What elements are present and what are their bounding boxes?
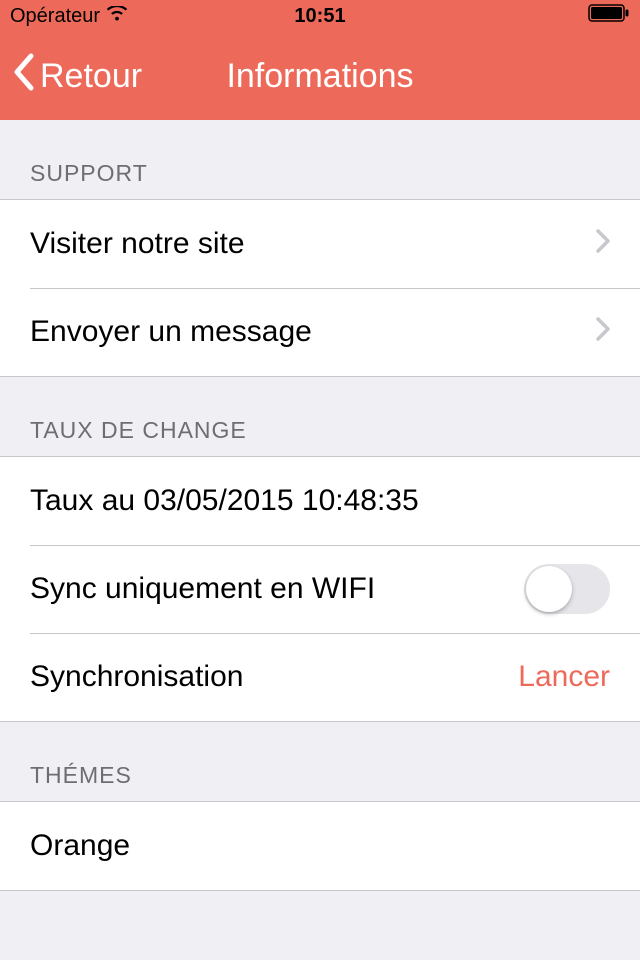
chevron-right-icon bbox=[596, 315, 610, 349]
row-label: Orange bbox=[30, 829, 610, 863]
wifi-icon bbox=[106, 5, 128, 28]
section-header-support: SUPPORT bbox=[0, 120, 640, 199]
section-exchange: Taux au 03/05/2015 10:48:35 Sync uniquem… bbox=[0, 456, 640, 722]
section-support: Visiter notre site Envoyer un message bbox=[0, 199, 640, 377]
chevron-left-icon bbox=[12, 53, 34, 100]
row-send-message[interactable]: Envoyer un message bbox=[0, 288, 640, 376]
sync-launch-button[interactable]: Lancer bbox=[518, 660, 610, 694]
row-label: Synchronisation bbox=[30, 660, 518, 694]
row-label: Envoyer un message bbox=[30, 315, 596, 349]
section-themes: Orange bbox=[0, 801, 640, 891]
row-theme-current[interactable]: Orange bbox=[0, 802, 640, 890]
content: SUPPORT Visiter notre site Envoyer un me… bbox=[0, 120, 640, 891]
battery-icon bbox=[588, 4, 630, 28]
status-bar: Opérateur 10:51 bbox=[0, 0, 640, 32]
status-time: 10:51 bbox=[294, 5, 345, 28]
row-wifi-sync: Sync uniquement en WIFI bbox=[0, 545, 640, 633]
chevron-right-icon bbox=[596, 227, 610, 261]
wifi-sync-toggle[interactable] bbox=[524, 564, 610, 614]
row-label: Visiter notre site bbox=[30, 227, 596, 261]
nav-bar: Retour Informations bbox=[0, 32, 640, 120]
back-button[interactable]: Retour bbox=[0, 53, 142, 100]
section-header-exchange: TAUX DE CHANGE bbox=[0, 377, 640, 456]
section-header-themes: THÉMES bbox=[0, 722, 640, 801]
carrier-label: Opérateur bbox=[10, 5, 100, 28]
switch-knob bbox=[526, 566, 572, 612]
row-rate-date: Taux au 03/05/2015 10:48:35 bbox=[0, 457, 640, 545]
row-visit-site[interactable]: Visiter notre site bbox=[0, 200, 640, 288]
back-label: Retour bbox=[40, 57, 142, 96]
nav-title: Informations bbox=[226, 57, 413, 96]
row-label: Sync uniquement en WIFI bbox=[30, 572, 524, 606]
row-synchronisation: Synchronisation Lancer bbox=[0, 633, 640, 721]
row-label: Taux au 03/05/2015 10:48:35 bbox=[30, 484, 610, 518]
